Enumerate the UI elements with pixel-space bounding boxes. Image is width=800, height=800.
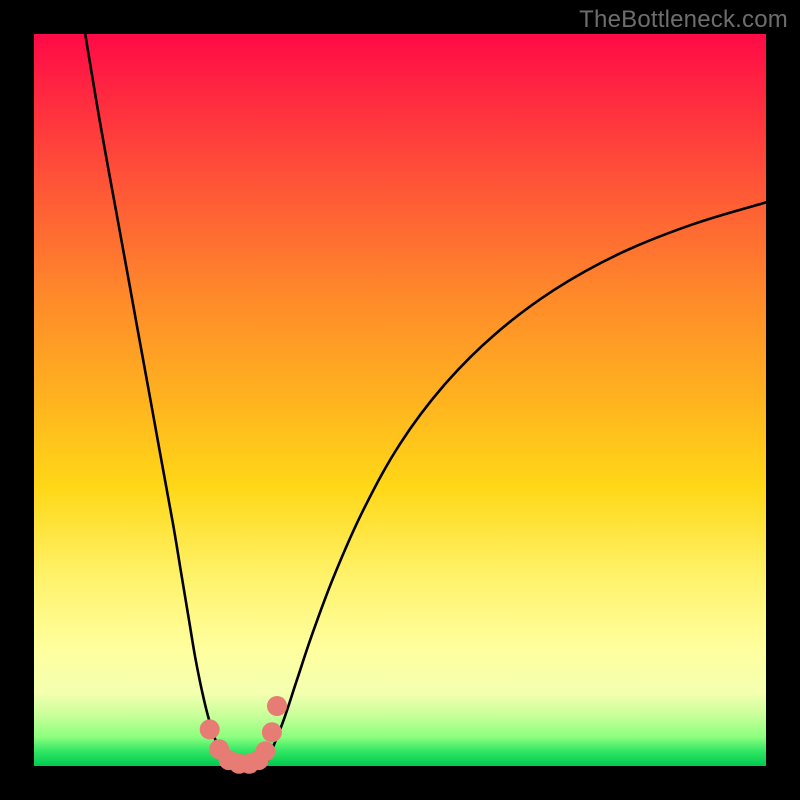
valley-marker-dot	[255, 741, 275, 761]
chart-plot-area	[34, 34, 766, 766]
valley-marker-dot	[200, 719, 220, 739]
valley-marker-dot	[262, 722, 282, 742]
bottleneck-curve-path	[85, 34, 766, 767]
bottleneck-curve-svg	[34, 34, 766, 766]
chart-frame: TheBottleneck.com	[0, 0, 800, 800]
valley-marker-dot	[267, 696, 287, 716]
valley-markers-group	[200, 696, 287, 774]
watermark-text: TheBottleneck.com	[579, 6, 788, 34]
